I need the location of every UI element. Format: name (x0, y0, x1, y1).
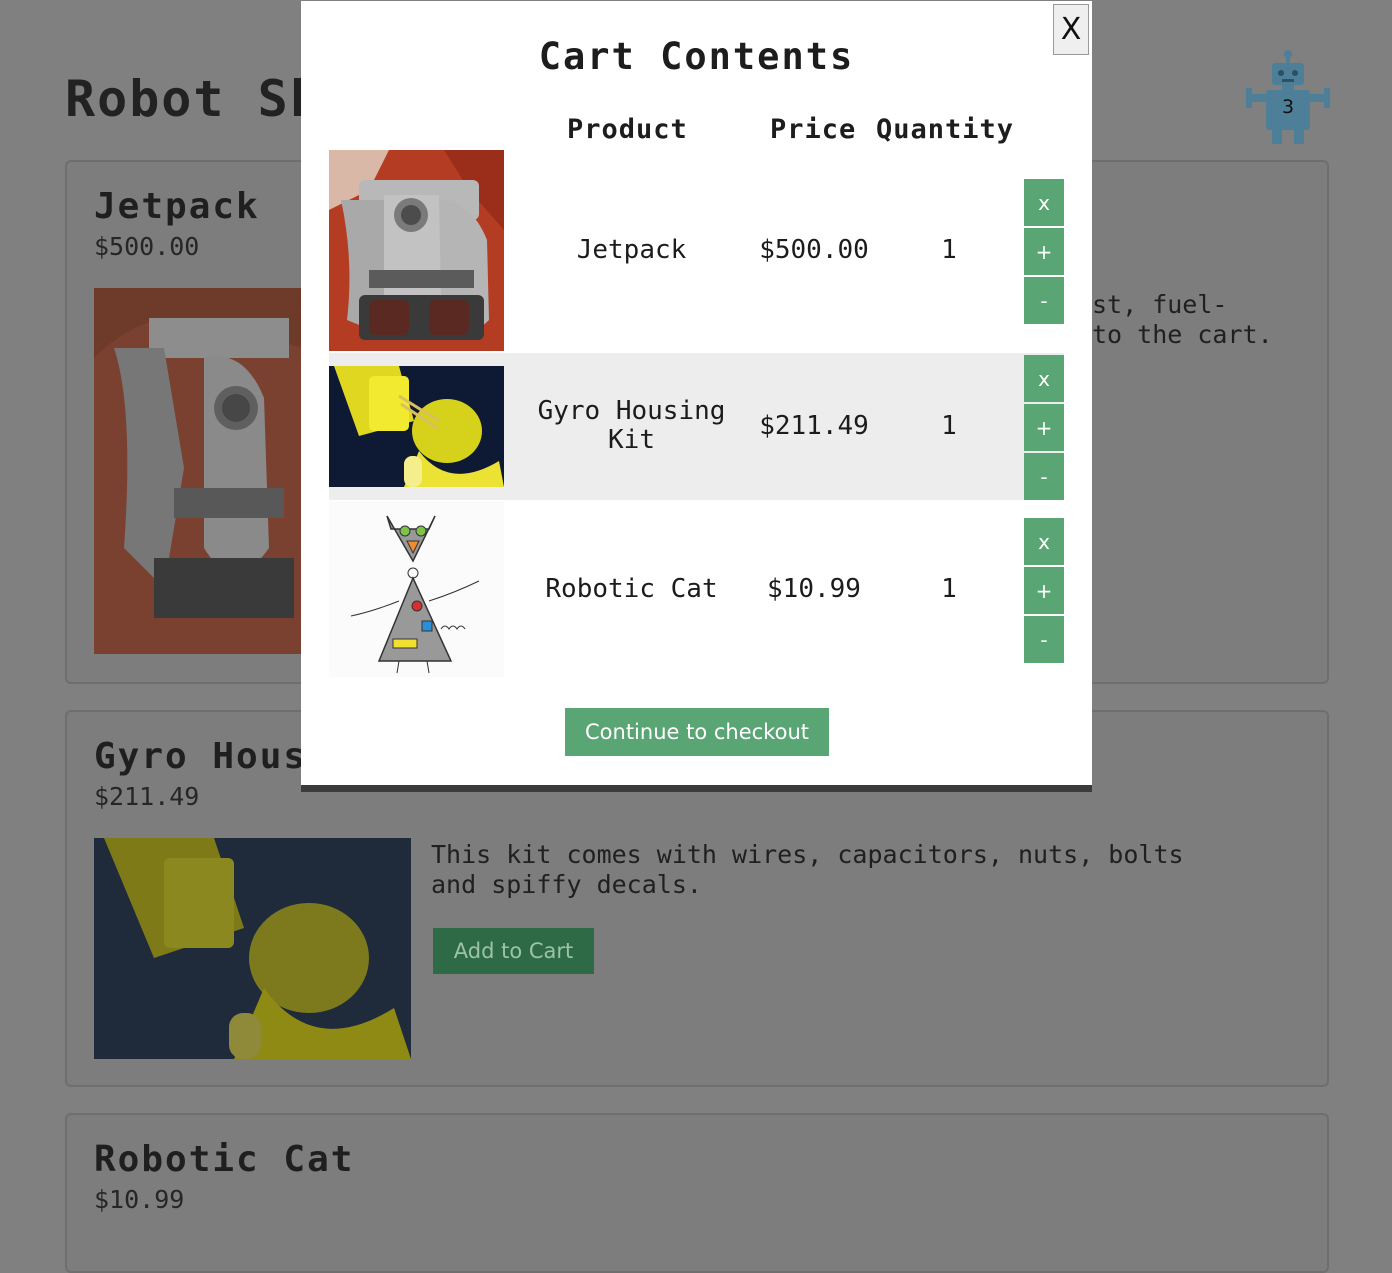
cart-row: Gyro Housing Kit $211.49 1 x + - (329, 353, 1064, 500)
column-header-quantity: Quantity (876, 114, 1015, 145)
cart-row: Robotic Cat $10.99 1 x + - (329, 501, 1064, 677)
remove-item-button[interactable]: x (1024, 179, 1064, 226)
increase-quantity-button[interactable]: + (1024, 404, 1064, 451)
column-header-price: Price (770, 114, 857, 145)
robotic-cat-thumbnail (329, 501, 504, 677)
decrease-quantity-button[interactable]: - (1024, 616, 1064, 663)
cart-item-quantity: 1 (941, 574, 957, 604)
continue-to-checkout-button[interactable]: Continue to checkout (565, 708, 829, 756)
cart-item-quantity: 1 (941, 235, 957, 265)
jetpack-thumbnail (329, 150, 504, 351)
cart-item-quantity: 1 (941, 411, 957, 441)
increase-quantity-button[interactable]: + (1024, 567, 1064, 614)
decrease-quantity-button[interactable]: - (1024, 453, 1064, 500)
cart-item-price: $500.00 (759, 235, 869, 265)
cart-item-price: $211.49 (759, 411, 869, 441)
cart-item-price: $10.99 (767, 574, 861, 604)
gyro-thumbnail (329, 366, 504, 487)
increase-quantity-button[interactable]: + (1024, 228, 1064, 275)
decrease-quantity-button[interactable]: - (1024, 277, 1064, 324)
modal-title: Cart Contents (538, 35, 855, 78)
cart-item-name: Gyro Housing Kit (537, 396, 726, 455)
cart-row: Jetpack $500.00 1 x + - (329, 150, 1064, 351)
cart-modal: X Cart Contents Product Price Quantity J… (301, 1, 1092, 792)
cart-item-name: Jetpack (576, 235, 687, 265)
remove-item-button[interactable]: x (1024, 355, 1064, 402)
column-header-product: Product (567, 114, 688, 145)
cart-item-name: Robotic Cat (545, 574, 718, 604)
remove-item-button[interactable]: x (1024, 518, 1064, 565)
